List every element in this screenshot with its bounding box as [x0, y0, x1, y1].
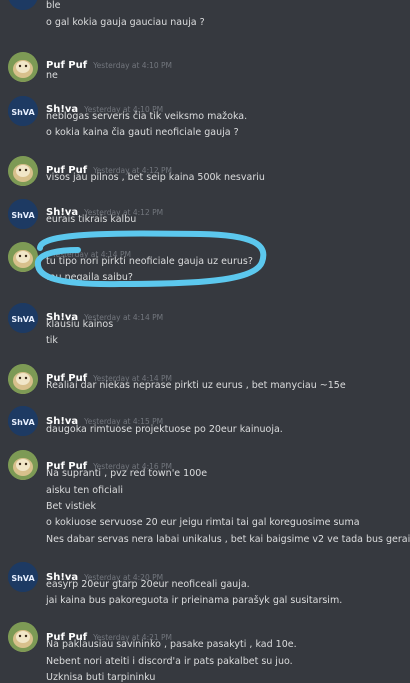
- message-text: aisku ten oficiali: [46, 485, 124, 496]
- message-text: ble: [46, 0, 61, 11]
- svg-text:ShVA: ShVA: [11, 574, 35, 583]
- message-text: neblogas serveris čia tik veiksmo mažoka…: [46, 111, 248, 122]
- svg-text:ShVA: ShVA: [11, 0, 35, 1]
- message-text: ne: [46, 70, 58, 81]
- avatar-shiva[interactable]: ShVA: [8, 96, 38, 126]
- svg-text:ShVA: ShVA: [11, 418, 35, 427]
- avatar-puf-puf[interactable]: [8, 364, 38, 394]
- avatar-puf-puf[interactable]: [8, 156, 38, 186]
- message-text: tu tipo nori pirkti neoficiale gauja uz …: [46, 256, 253, 267]
- avatar-shiva[interactable]: ShVA: [8, 199, 38, 229]
- message-text: Uzknisa buti tarpininku: [46, 672, 156, 683]
- avatar-shiva[interactable]: ShVA: [8, 406, 38, 436]
- message-text: tik: [46, 335, 58, 346]
- avatar-puf-puf[interactable]: [8, 622, 38, 652]
- message-text: visos jau pilnos , bet seip kaina 500k n…: [46, 172, 265, 183]
- message-text: easyrp 20eur gtarp 20eur neoficealі gauj…: [46, 579, 250, 590]
- message-text: eurais tikrais kalbu: [46, 214, 137, 225]
- message-text: tau negaila saibu?: [46, 272, 133, 283]
- message-text: o gal kokia gauja gauciau nauja ?: [46, 17, 205, 28]
- avatar-shiva[interactable]: ShVA: [8, 303, 38, 333]
- avatar-shiva[interactable]: ShVA: [8, 562, 38, 592]
- message-text: Realiai dar niekas neprase pirkti uz eur…: [46, 380, 346, 391]
- timestamp: Yesterday at 4:10 PM: [93, 61, 173, 70]
- svg-text:ShVA: ShVA: [11, 108, 35, 117]
- message-text: o kokia kaina čia gauti neoficiale gauja…: [46, 127, 239, 138]
- message-text: Nes dabar servas nera labai unikalus , b…: [46, 534, 410, 545]
- message-text: o kokiuose servuose 20 eur jeigu rimtai …: [46, 517, 360, 528]
- message-text: daugoka rimtuose projektuose po 20eur ka…: [46, 424, 283, 435]
- chat-messages: ShVA ble o gal kokia gauja gauciau nauja ?…: [0, 0, 410, 683]
- avatar-puf-puf[interactable]: [8, 242, 38, 272]
- message-text: Nebent nori ateiti i discord'a ir pats p…: [46, 656, 293, 667]
- svg-text:ShVA: ShVA: [11, 315, 35, 324]
- avatar-puf-puf[interactable]: [8, 52, 38, 82]
- message-header: Puf Puf Yesterday at 4:10 PM: [46, 53, 172, 72]
- avatar-puf-puf[interactable]: [8, 450, 38, 480]
- message-text: klausiu kainos: [46, 319, 114, 330]
- message-text: Na paklausiau savininko , pasake pasakyt…: [46, 639, 297, 650]
- avatar-shiva[interactable]: ShVA: [8, 0, 38, 10]
- svg-text:ShVA: ShVA: [11, 211, 35, 220]
- message-text: jai kaina bus pakoreguota ir prieinama p…: [46, 595, 343, 606]
- message-text: Na supranti , pvz red town'e 100e: [46, 468, 208, 479]
- message-text: Bet vistiek: [46, 501, 97, 512]
